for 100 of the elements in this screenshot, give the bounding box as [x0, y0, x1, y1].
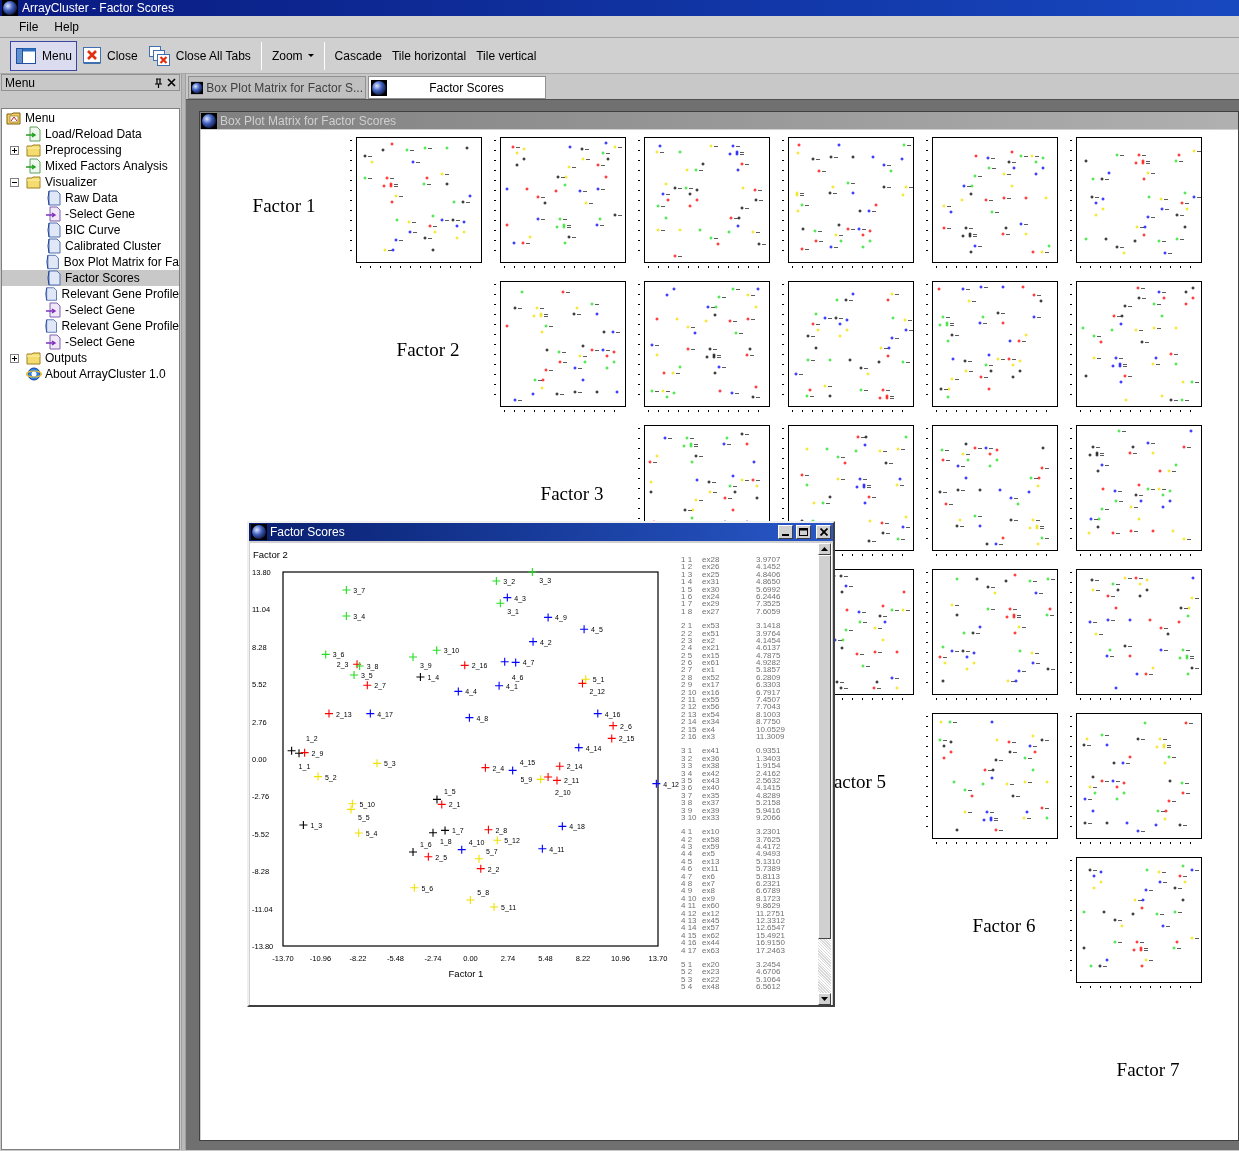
- folder-icon: [26, 174, 42, 190]
- list-cell-text: ex38: [702, 762, 721, 770]
- page-icon: [46, 190, 62, 206]
- tree-item[interactable]: Menu: [2, 110, 179, 126]
- list-cell-text: ex42: [702, 769, 721, 777]
- list-cell-text: 4 16: [681, 939, 698, 947]
- list-cell-text: ex20: [702, 960, 721, 969]
- toolbar-button[interactable]: Cascade: [329, 40, 387, 71]
- list-cell-text: ex3: [702, 733, 716, 741]
- list-cell-text: 6.7917: [756, 688, 782, 697]
- tree-item[interactable]: Outputs: [2, 350, 179, 366]
- list-cell-text: 4 8: [681, 880, 694, 888]
- tree-item[interactable]: Preprocessing: [2, 142, 179, 158]
- list-cell-text: 5.1064: [756, 975, 782, 984]
- axis-title: Factor 2: [253, 549, 288, 560]
- list-cell-text: 9.8629: [756, 902, 782, 910]
- toolbar-button[interactable]: Zoom: [266, 40, 319, 71]
- list-cell-text: 5.8113: [756, 872, 781, 881]
- list-cell-text: 2 2: [681, 629, 694, 637]
- data-point: [608, 721, 618, 731]
- list-cell-text: 17.2463: [756, 946, 786, 954]
- list-cell-text: 2 5: [681, 651, 694, 660]
- list-cell-text: 4 10: [681, 894, 698, 903]
- list-cell-text: 2 13: [681, 710, 698, 719]
- tree-item[interactable]: Visualizer: [2, 174, 179, 190]
- close-button[interactable]: [816, 525, 831, 539]
- list-cell-text: 8.7750: [756, 718, 782, 726]
- tree-item[interactable]: Factor Scores: [2, 270, 179, 286]
- list-cell-text: 5 3: [681, 975, 694, 984]
- list-cell-text: 15.4921: [756, 931, 786, 940]
- list-cell-text: ex28: [702, 556, 721, 564]
- data-point: [495, 598, 505, 608]
- list-cell-text: 7.3525: [756, 600, 782, 608]
- list-cell-text: 4.6706: [756, 968, 782, 976]
- tree-item[interactable]: Relevant Gene Profile: [2, 318, 179, 334]
- page-icon: [46, 270, 62, 286]
- list-cell-text: ex57: [702, 924, 721, 932]
- list-cell-text: ex60: [702, 902, 721, 910]
- list-cell-text: 5.2158: [756, 799, 782, 807]
- list-cell-text: ex11: [702, 865, 720, 873]
- maximize-button[interactable]: [796, 525, 811, 539]
- toolbar-button[interactable]: Tile horizontal: [386, 40, 472, 71]
- page-arrow-icon: [46, 334, 62, 350]
- data-point: [536, 774, 546, 784]
- data-point: [415, 672, 425, 682]
- panel-icon: [15, 45, 37, 66]
- data-point: [537, 844, 547, 854]
- page-icon: [44, 318, 59, 334]
- tree-item[interactable]: -Select Gene: [2, 334, 179, 350]
- scroll-up-button[interactable]: [818, 543, 831, 555]
- tab[interactable]: Factor Scores: [368, 76, 546, 99]
- tree-item[interactable]: Box Plot Matrix for Fa: [2, 254, 179, 270]
- list-cell-text: 8.1723: [756, 894, 782, 903]
- menu-bar-item[interactable]: File: [18, 17, 40, 36]
- list-cell-text: 4.1452: [756, 563, 782, 571]
- menu-bar-item[interactable]: Help: [53, 17, 81, 36]
- data-point: [432, 645, 442, 655]
- tree-item[interactable]: BIC Curve: [2, 222, 179, 238]
- minimize-button[interactable]: [778, 525, 793, 539]
- expand-icon[interactable]: [10, 353, 19, 363]
- factor-label: Factor 1: [252, 193, 316, 218]
- data-point: [577, 678, 587, 688]
- list-cell-text: ex21: [702, 644, 721, 652]
- pin-icon[interactable]: [154, 77, 163, 88]
- page-icon: [45, 254, 61, 270]
- scroll-thumb[interactable]: [818, 555, 831, 939]
- expand-icon[interactable]: [10, 145, 19, 155]
- list-cell-text: 1 7: [681, 600, 694, 608]
- tree-item[interactable]: Raw Data: [2, 190, 179, 206]
- toolbar-button[interactable]: Tile vertical: [471, 40, 542, 71]
- list-cell-text: 3.9707: [756, 556, 782, 564]
- data-point: [552, 775, 562, 785]
- collapse-icon[interactable]: [10, 177, 19, 187]
- maximize-icon: [799, 528, 808, 536]
- tree-item[interactable]: Calibrated Cluster: [2, 238, 179, 254]
- tree-item[interactable]: Mixed Factors Analysis: [2, 158, 179, 174]
- list-cell-text: 7.4507: [756, 696, 782, 704]
- globe-icon: [26, 366, 42, 382]
- tab[interactable]: Box Plot Matrix for Factor S...: [188, 76, 366, 99]
- tree-item[interactable]: About ArrayCluster 1.0: [2, 366, 179, 382]
- list-cell-text: 4.9282: [756, 659, 782, 667]
- list-cell-text: 3 5: [681, 776, 694, 785]
- data-point: [313, 772, 323, 782]
- page-icon: [46, 222, 62, 238]
- toolbar-button[interactable]: Close: [77, 40, 143, 71]
- list-cell-text: 6.5612: [756, 983, 782, 991]
- toolbar-button[interactable]: Menu: [10, 40, 78, 71]
- scroll-down-button[interactable]: [818, 993, 831, 1005]
- tree-item[interactable]: -Select Gene: [2, 302, 179, 318]
- close-icon[interactable]: [167, 78, 176, 87]
- list-cell-text: 0.9351: [756, 747, 782, 755]
- factor-label: Factor 2: [396, 337, 460, 362]
- toolbar-button[interactable]: Close All Tabs: [142, 40, 256, 71]
- tree-item[interactable]: Relevant Gene Profile: [2, 286, 179, 302]
- tree-item[interactable]: Load/Reload Data: [2, 126, 179, 142]
- data-point: [492, 835, 502, 845]
- list-cell-text: 4 2: [681, 835, 694, 844]
- list-cell-text: 2 15: [681, 725, 698, 733]
- tree-item[interactable]: -Select Gene: [2, 206, 179, 222]
- list-cell-text: 2 16: [681, 733, 698, 741]
